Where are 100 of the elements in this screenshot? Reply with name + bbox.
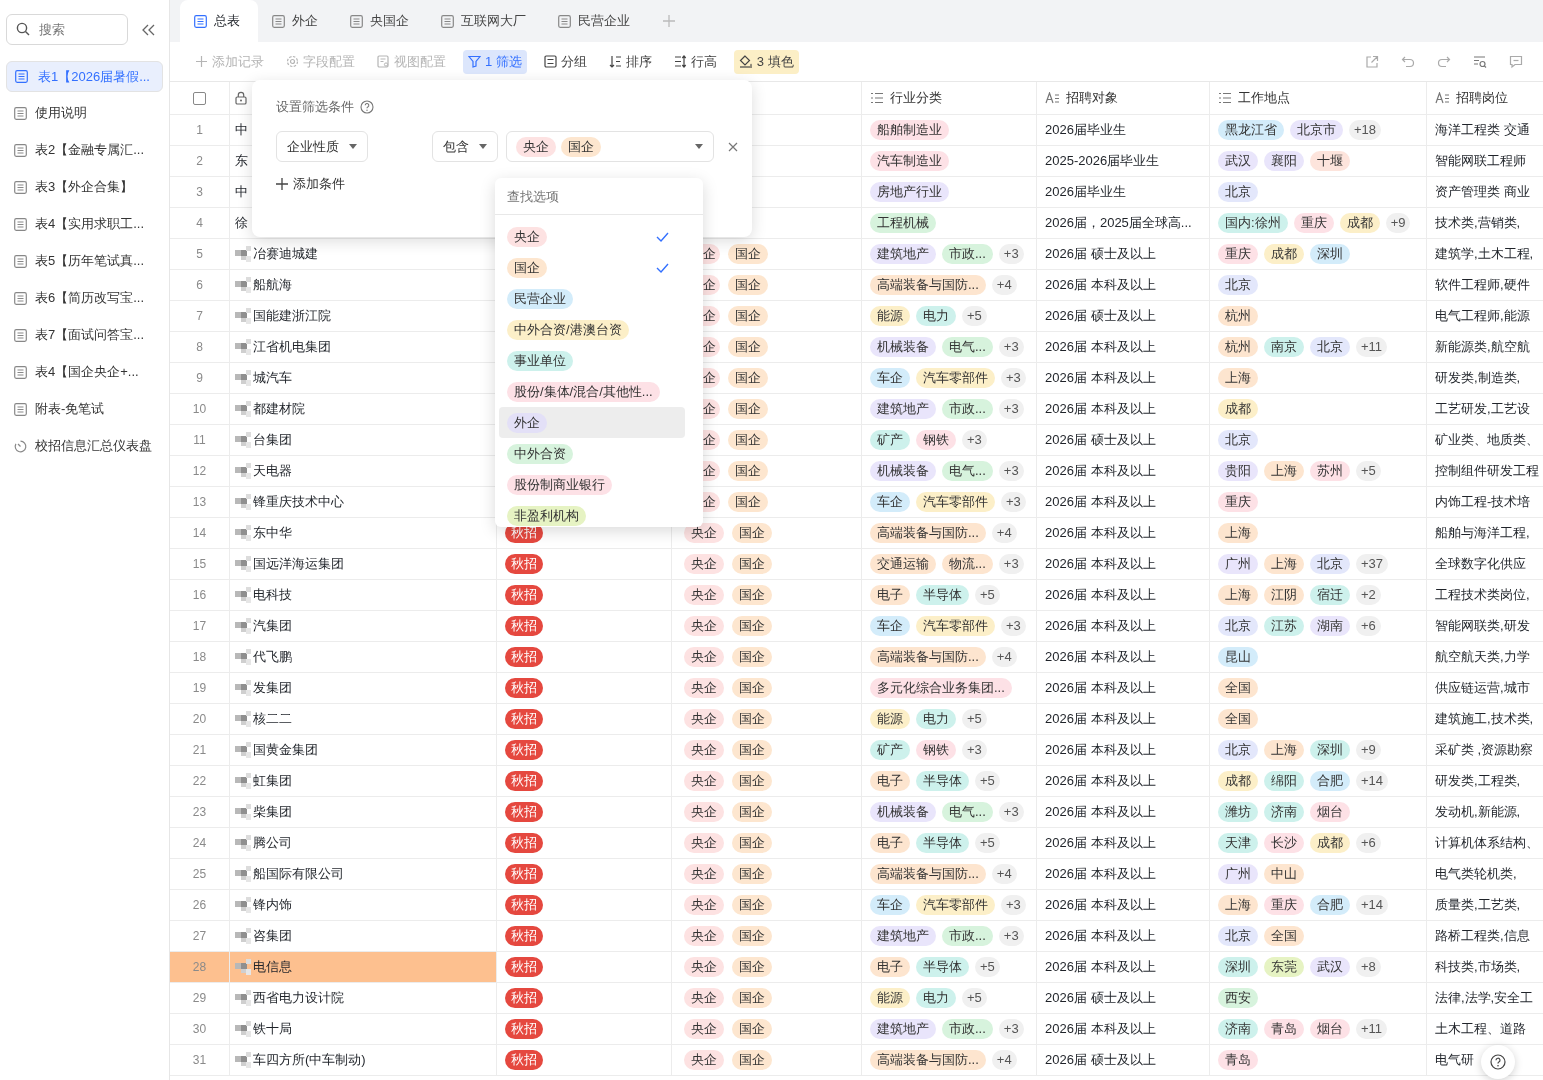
toolbar-button[interactable]: 3 填色	[733, 49, 799, 74]
option-item[interactable]: 中外合资	[499, 438, 685, 469]
sidebar-item[interactable]: 表5【历年笔试真...	[6, 245, 163, 277]
table-cell: 2026届 硕士及以上	[1037, 425, 1210, 455]
option-item[interactable]: 央企	[499, 221, 685, 252]
option-tag: 非盈利机构	[507, 505, 586, 526]
industry-tag: 船舶制造业	[870, 120, 949, 140]
sidebar-item[interactable]: 表3【外企合集】	[6, 171, 163, 203]
table-cell: 科技类,市场类,	[1435, 958, 1521, 976]
sidebar-item[interactable]: 表6【简历改写宝...	[6, 282, 163, 314]
sidebar-item[interactable]: 表1【2026届暑假...	[6, 61, 163, 92]
mosaic-blur	[235, 959, 251, 975]
location-tag: 杭州	[1218, 337, 1258, 357]
option-tag: 股份/集体/混合/其他性...	[507, 381, 660, 402]
more-count: +3	[998, 926, 1024, 946]
toolbar-button[interactable]: 1 筛选	[463, 49, 527, 74]
recruit-tag: 秋招	[505, 1050, 543, 1070]
select-all-checkbox[interactable]	[193, 91, 206, 105]
row-number: 9	[170, 363, 230, 393]
option-item[interactable]: 股份制商业银行	[499, 469, 685, 500]
more-count: +3	[962, 430, 987, 450]
help-icon[interactable]	[360, 100, 374, 114]
industry-tag: 汽车零部件	[916, 895, 995, 915]
location-tag: 西安	[1218, 988, 1258, 1008]
industry-tag: 市政...	[942, 926, 993, 946]
column-header[interactable]: 工作地点	[1210, 82, 1427, 114]
field-select[interactable]: 企业性质	[276, 131, 368, 162]
company-name: 国远洋海运集团	[253, 555, 344, 573]
toolbar-button[interactable]: 行高	[668, 49, 722, 74]
table-cell: 资产管理类 商业	[1435, 183, 1530, 201]
recruit-tag: 秋招	[505, 833, 543, 853]
operator-select[interactable]: 包含	[432, 131, 498, 162]
sidebar-item[interactable]: 表4【实用求职工...	[6, 208, 163, 240]
help-button[interactable]	[1481, 1045, 1515, 1079]
company-name: 船国际有限公司	[253, 865, 344, 883]
location-tag: 杭州	[1218, 306, 1258, 326]
tab[interactable]: 民营企业	[544, 0, 648, 42]
location-tag: 合肥	[1310, 895, 1350, 915]
company-name: 中	[235, 121, 248, 139]
sidebar-item[interactable]: 表7【面试问答宝...	[6, 319, 163, 351]
value-select[interactable]: 央企 国企	[506, 131, 714, 162]
company-name: 代飞鹏	[253, 648, 292, 666]
sidebar-item[interactable]: 表4【国企央企+...	[6, 356, 163, 388]
mosaic-blur	[235, 680, 251, 696]
location-tag: 十堰	[1310, 151, 1350, 171]
org-tag: 央企	[684, 833, 724, 853]
table-cell: 海洋工程类 交通	[1435, 121, 1530, 139]
add-condition-button[interactable]: 添加条件	[276, 175, 345, 193]
company-name: 核二二	[253, 710, 292, 728]
location-tag: 南京	[1264, 337, 1304, 357]
tab[interactable]: 互联网大厂	[427, 0, 544, 42]
sidebar-item[interactable]: 使用说明	[6, 97, 163, 129]
sidebar-item[interactable]: 校招信息汇总仪表盘	[6, 430, 163, 462]
sidebar-item[interactable]: 表2【金融专属汇...	[6, 134, 163, 166]
text-field-icon	[1435, 92, 1450, 104]
org-tag: 国企	[732, 957, 772, 977]
org-tag: 国企	[728, 492, 768, 512]
org-tag: 国企	[732, 988, 772, 1008]
industry-tag: 市政...	[942, 244, 993, 264]
row-number: 25	[170, 859, 230, 889]
company-name: 车四方所(中车制动)	[253, 1051, 366, 1069]
option-item[interactable]: 中外合资/港澳台资	[499, 314, 685, 345]
option-item[interactable]: 事业单位	[499, 345, 685, 376]
option-item[interactable]: 股份/集体/混合/其他性...	[499, 376, 685, 407]
table-cell: 航空航天类,力学	[1435, 648, 1530, 666]
location-tag: 上海	[1218, 585, 1258, 605]
tab[interactable]: 央国企	[336, 0, 427, 42]
sidebar-item[interactable]: 附表-免笔试	[6, 393, 163, 425]
search-field[interactable]: 搜索	[6, 14, 128, 45]
toolbar-button[interactable]: 排序	[603, 49, 657, 74]
table-cell: 2026届，2025届全球高...	[1037, 208, 1210, 238]
document-icon	[377, 55, 390, 68]
column-header[interactable]: 招聘对象	[1037, 82, 1210, 114]
table-cell: 软件工程师,硬件	[1435, 276, 1530, 294]
location-tag: 合肥	[1310, 771, 1350, 791]
table-cell: 2026届 本科及以上	[1037, 673, 1210, 703]
org-tag: 央企	[684, 740, 724, 760]
org-tag: 国企	[728, 275, 768, 295]
row-number: 19	[170, 673, 230, 703]
option-item[interactable]: 民营企业	[499, 283, 685, 314]
tab[interactable]: 总表	[180, 0, 258, 42]
option-item[interactable]: 国企	[499, 252, 685, 283]
recruit-tag: 秋招	[505, 647, 543, 667]
option-search-field[interactable]: 查找选项	[505, 180, 693, 212]
mosaic-blur	[235, 556, 251, 572]
industry-tag: 电气...	[942, 461, 993, 481]
tab[interactable]: 外企	[258, 0, 336, 42]
industry-tag: 工程机械	[870, 213, 936, 233]
row-number: 12	[170, 456, 230, 486]
recruit-tag: 秋招	[505, 802, 543, 822]
gear-icon	[286, 55, 299, 68]
column-header[interactable]: 招聘岗位	[1427, 82, 1543, 114]
column-header[interactable]: 行业分类	[862, 82, 1037, 114]
company-name: 天电器	[253, 462, 292, 480]
location-tag: 北京	[1218, 430, 1258, 450]
option-item[interactable]: 外企	[499, 407, 685, 438]
company-name: 都建材院	[253, 400, 305, 418]
row-number: 4	[170, 208, 230, 238]
org-tag: 央企	[684, 926, 724, 946]
toolbar-button[interactable]: 分组	[538, 49, 592, 74]
